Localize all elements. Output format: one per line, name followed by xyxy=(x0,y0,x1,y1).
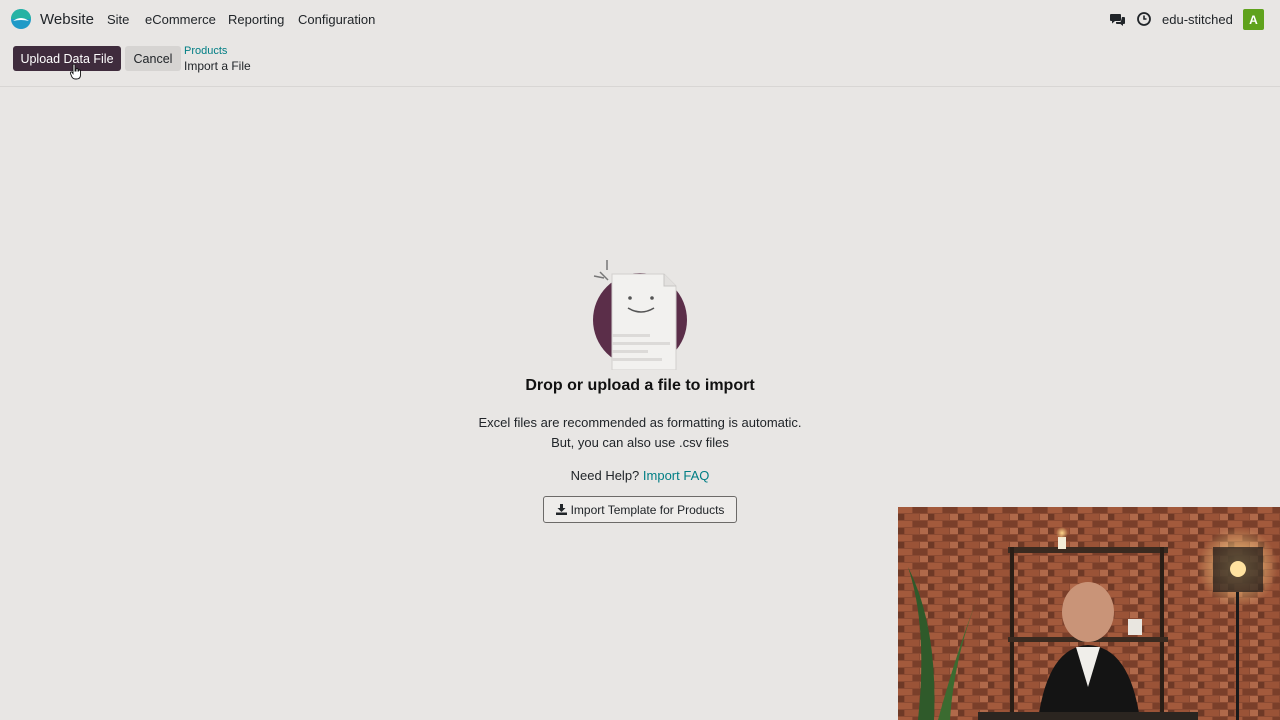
download-icon xyxy=(555,504,567,515)
menu-item-ecommerce[interactable]: eCommerce xyxy=(145,12,216,27)
menu-item-reporting[interactable]: Reporting xyxy=(228,12,284,27)
presenter-webcam-video xyxy=(898,507,1280,720)
clock-icon[interactable] xyxy=(1136,11,1152,27)
import-template-button[interactable]: Import Template for Products xyxy=(543,496,737,523)
menu-item-site[interactable]: Site xyxy=(107,12,129,27)
import-hint-csv: But, you can also use .csv files xyxy=(551,435,729,450)
breadcrumb-products[interactable]: Products xyxy=(184,45,227,57)
app-logo-icon[interactable] xyxy=(10,8,32,30)
hand-cursor-icon xyxy=(70,64,81,80)
breadcrumb-current: Import a File xyxy=(184,59,251,73)
help-line: Need Help? Import FAQ xyxy=(0,468,1280,483)
import-hint-excel: Excel files are recommended as formattin… xyxy=(478,415,802,430)
menu-item-configuration[interactable]: Configuration xyxy=(298,12,375,27)
import-title: Drop or upload a file to import xyxy=(525,377,755,394)
top-navbar: Website Site eCommerce Reporting Configu… xyxy=(0,0,1280,38)
import-faq-link[interactable]: Import FAQ xyxy=(643,468,709,483)
import-template-label: Import Template for Products xyxy=(570,502,725,517)
cancel-button[interactable]: Cancel xyxy=(125,46,181,71)
upload-data-file-button[interactable]: Upload Data File xyxy=(13,46,121,71)
control-panel: Upload Data File Cancel Products Import … xyxy=(0,38,1280,87)
user-avatar[interactable]: A xyxy=(1243,9,1264,30)
chat-icon[interactable] xyxy=(1110,11,1126,27)
company-switcher[interactable]: edu-stitched xyxy=(1162,12,1233,27)
file-upload-illustration xyxy=(593,260,687,370)
app-name[interactable]: Website xyxy=(40,11,94,28)
help-prefix: Need Help? xyxy=(570,468,640,483)
